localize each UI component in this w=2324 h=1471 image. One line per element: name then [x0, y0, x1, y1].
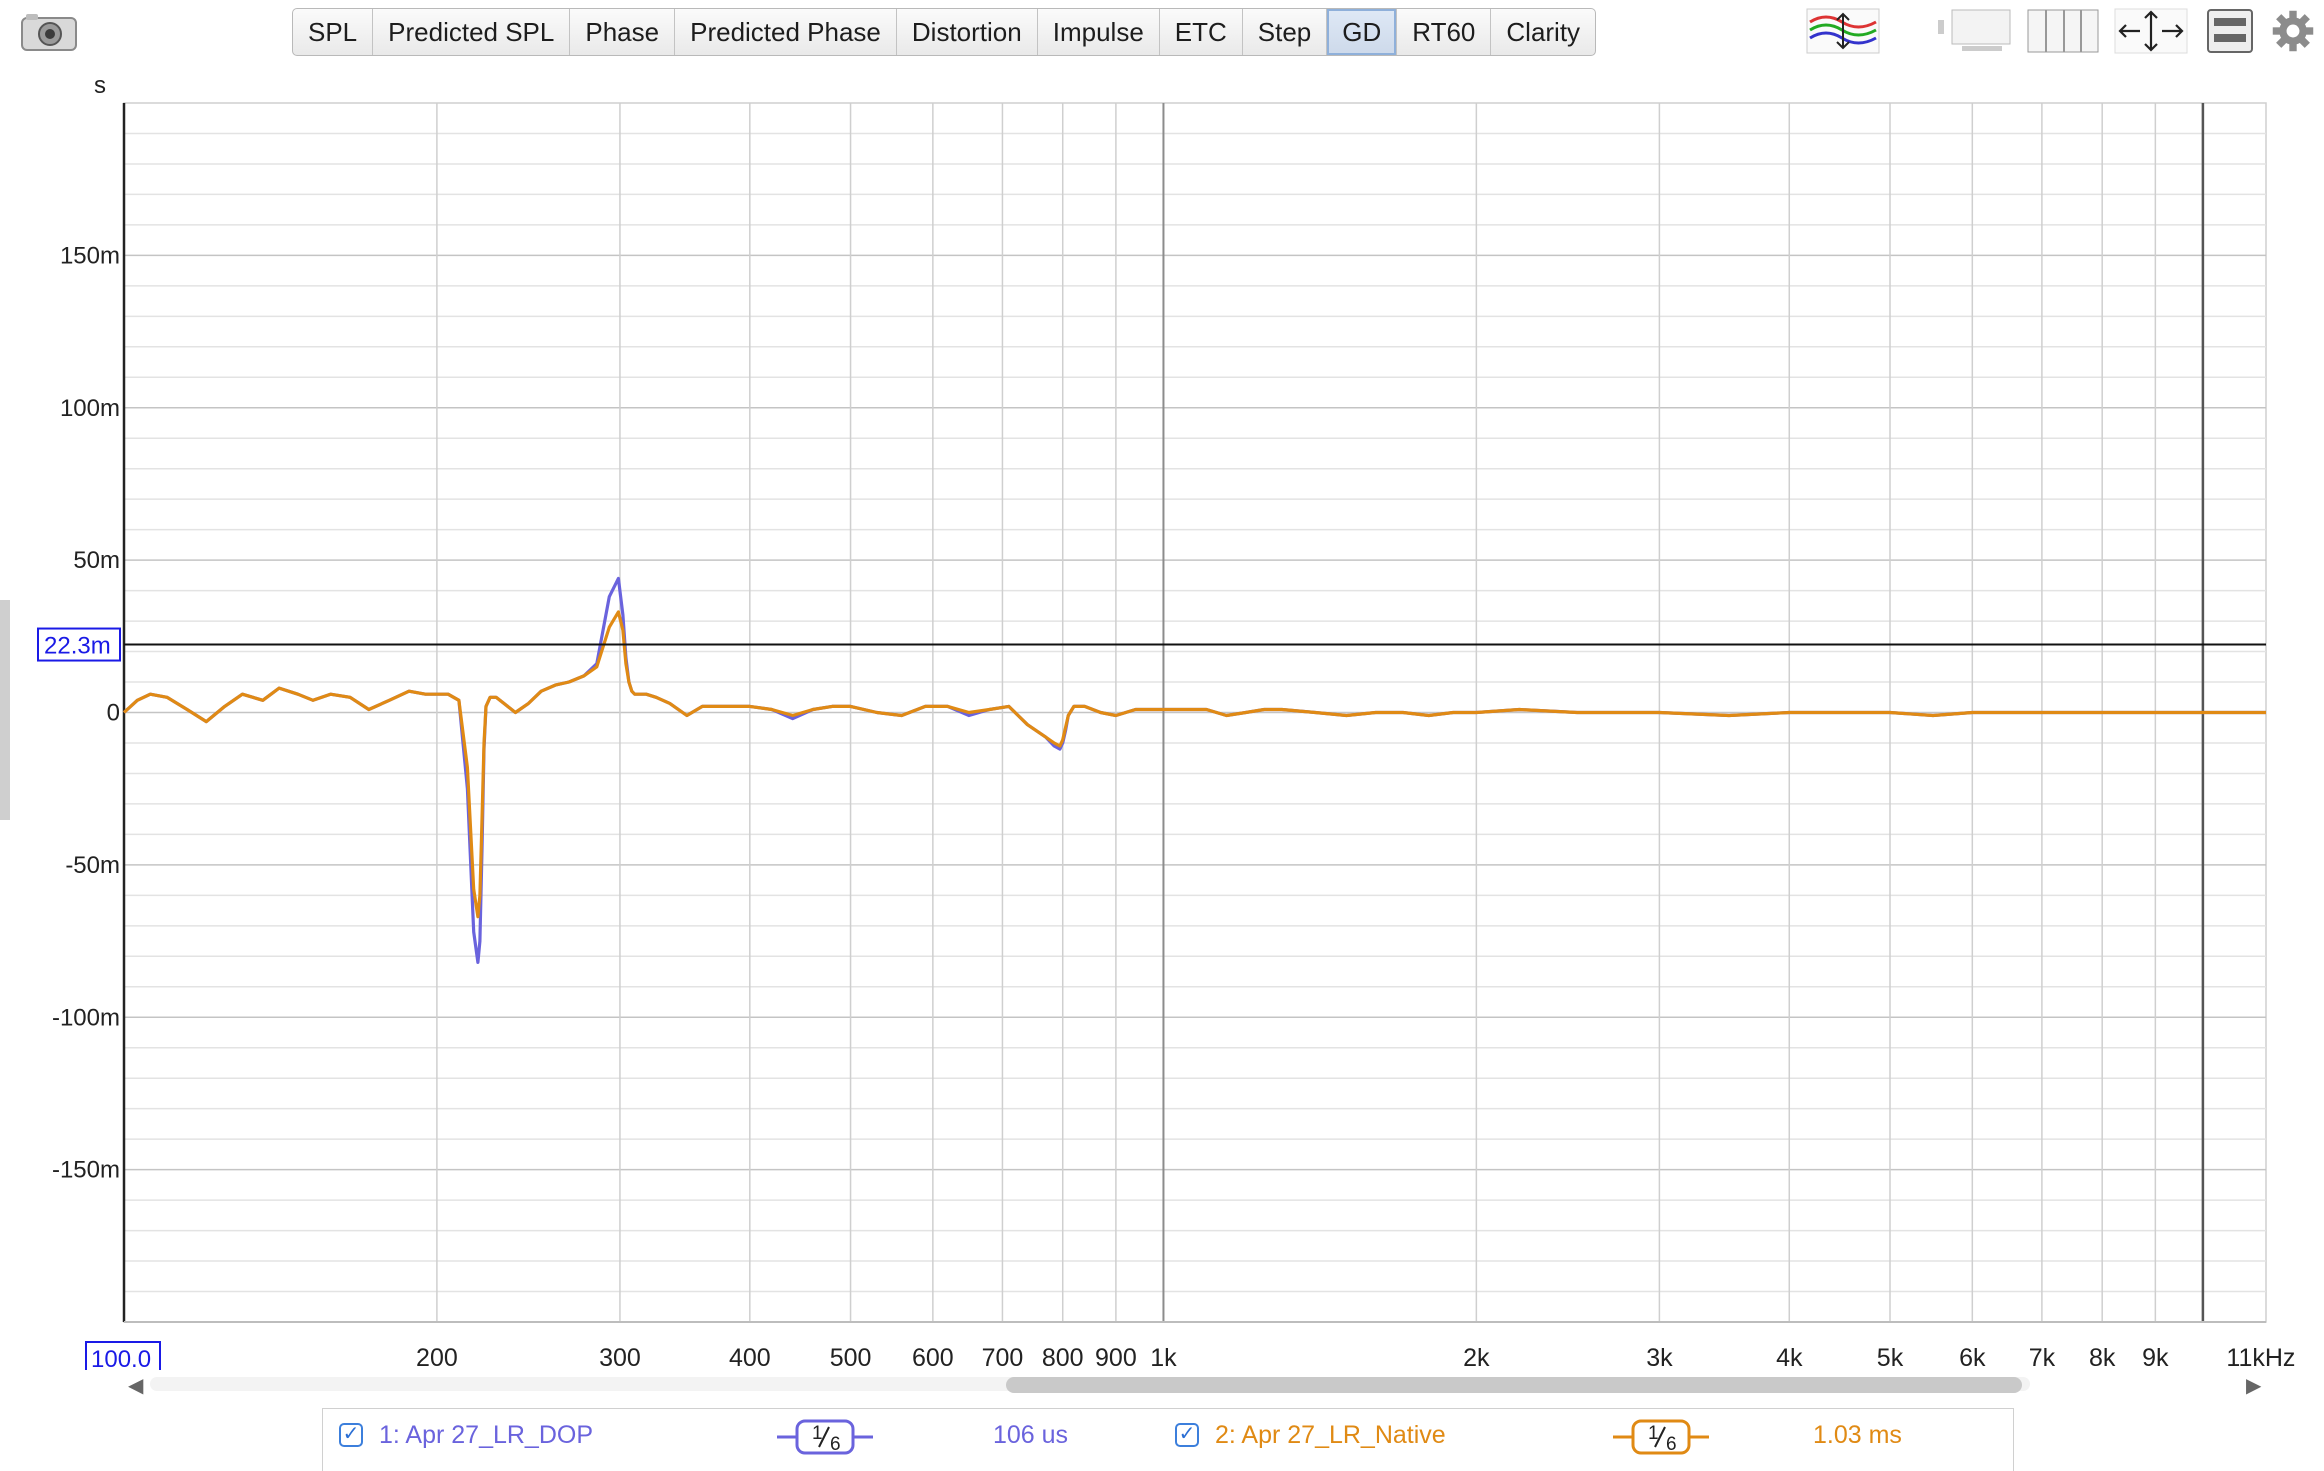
scrollbar-thumb[interactable]: [1006, 1377, 2022, 1393]
columns-icon[interactable]: [2026, 8, 2100, 54]
series-1-checkbox[interactable]: ✓: [339, 1423, 363, 1447]
tab-distortion[interactable]: Distortion: [897, 9, 1038, 55]
tab-phase[interactable]: Phase: [570, 9, 676, 55]
series-2-smoothing-button[interactable]: 1 6: [1611, 1415, 1711, 1459]
tab-step[interactable]: Step: [1243, 9, 1328, 55]
x-tick-label: 800: [1042, 1344, 1084, 1370]
settings-gear-icon[interactable]: [2268, 8, 2318, 54]
zoom-arrows-icon[interactable]: [2114, 8, 2188, 54]
x-tick-label: 8k: [2089, 1344, 2116, 1370]
x-tick-label: 6k: [1959, 1344, 1986, 1370]
scroll-left-arrow[interactable]: ◀: [128, 1373, 143, 1398]
x-start-value: 100.0: [91, 1346, 151, 1370]
x-tick-label: 900: [1095, 1344, 1137, 1370]
x-start-box[interactable]: 100.0: [85, 1341, 161, 1370]
x-tick-label: 3k: [1646, 1344, 1673, 1370]
controls-panel-icon[interactable]: [2206, 8, 2254, 54]
x-axis-ticks: 200 300 400 500 600 700 800 900 1k 2k 3k 4k 5k 6k 7k 8k…: [416, 1344, 2295, 1370]
x-tick-label: 4k: [1776, 1344, 1803, 1370]
series-2-value: 1.03 ms: [1813, 1421, 1902, 1449]
y-axis-unit: s: [94, 72, 106, 99]
cursor-value: 22.3m: [44, 633, 111, 660]
group-delay-chart[interactable]: 150m 100m 50m 0 -50m -100m -150m 200 300 400 500 6…: [0, 60, 2324, 1370]
x-tick-label: 1k: [1150, 1344, 1177, 1370]
y-tick-label: 0: [107, 700, 120, 727]
legend: ✓ 1: Apr 27_LR_DOP 1 6 106 us ✓ 2: Apr 2…: [322, 1408, 2014, 1471]
overlay-traces-icon[interactable]: [1806, 8, 1880, 54]
measurement-tabs: SPL Predicted SPL Phase Predicted Phase …: [292, 8, 1597, 56]
tab-clarity[interactable]: Clarity: [1491, 9, 1595, 55]
x-tick-label: 400: [729, 1344, 771, 1370]
x-tick-label: 600: [912, 1344, 954, 1370]
y-tick-label: 50m: [73, 547, 120, 574]
y-tick-label: 100m: [60, 395, 120, 422]
x-tick-label: 9k: [2142, 1344, 2169, 1370]
x-tick-label: 2k: [1463, 1344, 1490, 1370]
x-tick-label: 700: [982, 1344, 1024, 1370]
graph-limits-icon[interactable]: [1936, 8, 2012, 54]
x-tick-label: 7k: [2029, 1344, 2056, 1370]
tab-rt60[interactable]: RT60: [1397, 9, 1492, 55]
tab-spl[interactable]: SPL: [293, 9, 374, 55]
series-2-smoothing-den: 6: [1666, 1434, 1677, 1455]
y-tick-label: 150m: [60, 242, 120, 269]
toolbar: SPL Predicted SPL Phase Predicted Phase …: [0, 0, 2324, 68]
y-tick-label: -100m: [52, 1004, 120, 1031]
tab-gd[interactable]: GD: [1327, 9, 1398, 55]
tab-predicted-phase[interactable]: Predicted Phase: [675, 9, 897, 55]
y-axis-ticks: 150m 100m 50m 0 -50m -100m -150m: [52, 242, 120, 1183]
x-tick-label: 300: [599, 1344, 641, 1370]
y-tick-label: -50m: [65, 852, 120, 879]
series-1-value: 106 us: [993, 1421, 1069, 1449]
y-tick-label: -150m: [52, 1157, 120, 1184]
cursor-value-box[interactable]: 22.3m: [37, 627, 121, 662]
tab-etc[interactable]: ETC: [1160, 9, 1243, 55]
tab-predicted-spl[interactable]: Predicted SPL: [373, 9, 571, 55]
camera-icon[interactable]: [20, 12, 78, 52]
series-2-checkbox[interactable]: ✓: [1175, 1423, 1199, 1447]
series-1-smoothing-den: 6: [830, 1434, 841, 1455]
series-1-label[interactable]: 1: Apr 27_LR_DOP: [379, 1421, 593, 1450]
x-tick-label: 5k: [1877, 1344, 1904, 1370]
tab-impulse[interactable]: Impulse: [1038, 9, 1160, 55]
x-tick-label: 200: [416, 1344, 458, 1370]
series-1-smoothing-button[interactable]: 1 6: [775, 1415, 875, 1459]
x-tick-label: 500: [830, 1344, 872, 1370]
chart-grid: [122, 102, 2267, 1323]
series-2-label[interactable]: 2: Apr 27_LR_Native: [1215, 1421, 1446, 1450]
x-tick-label: 11kHz: [2226, 1344, 2295, 1370]
scroll-right-arrow[interactable]: ▶: [2246, 1373, 2261, 1398]
left-edge-marker[interactable]: [0, 600, 10, 820]
